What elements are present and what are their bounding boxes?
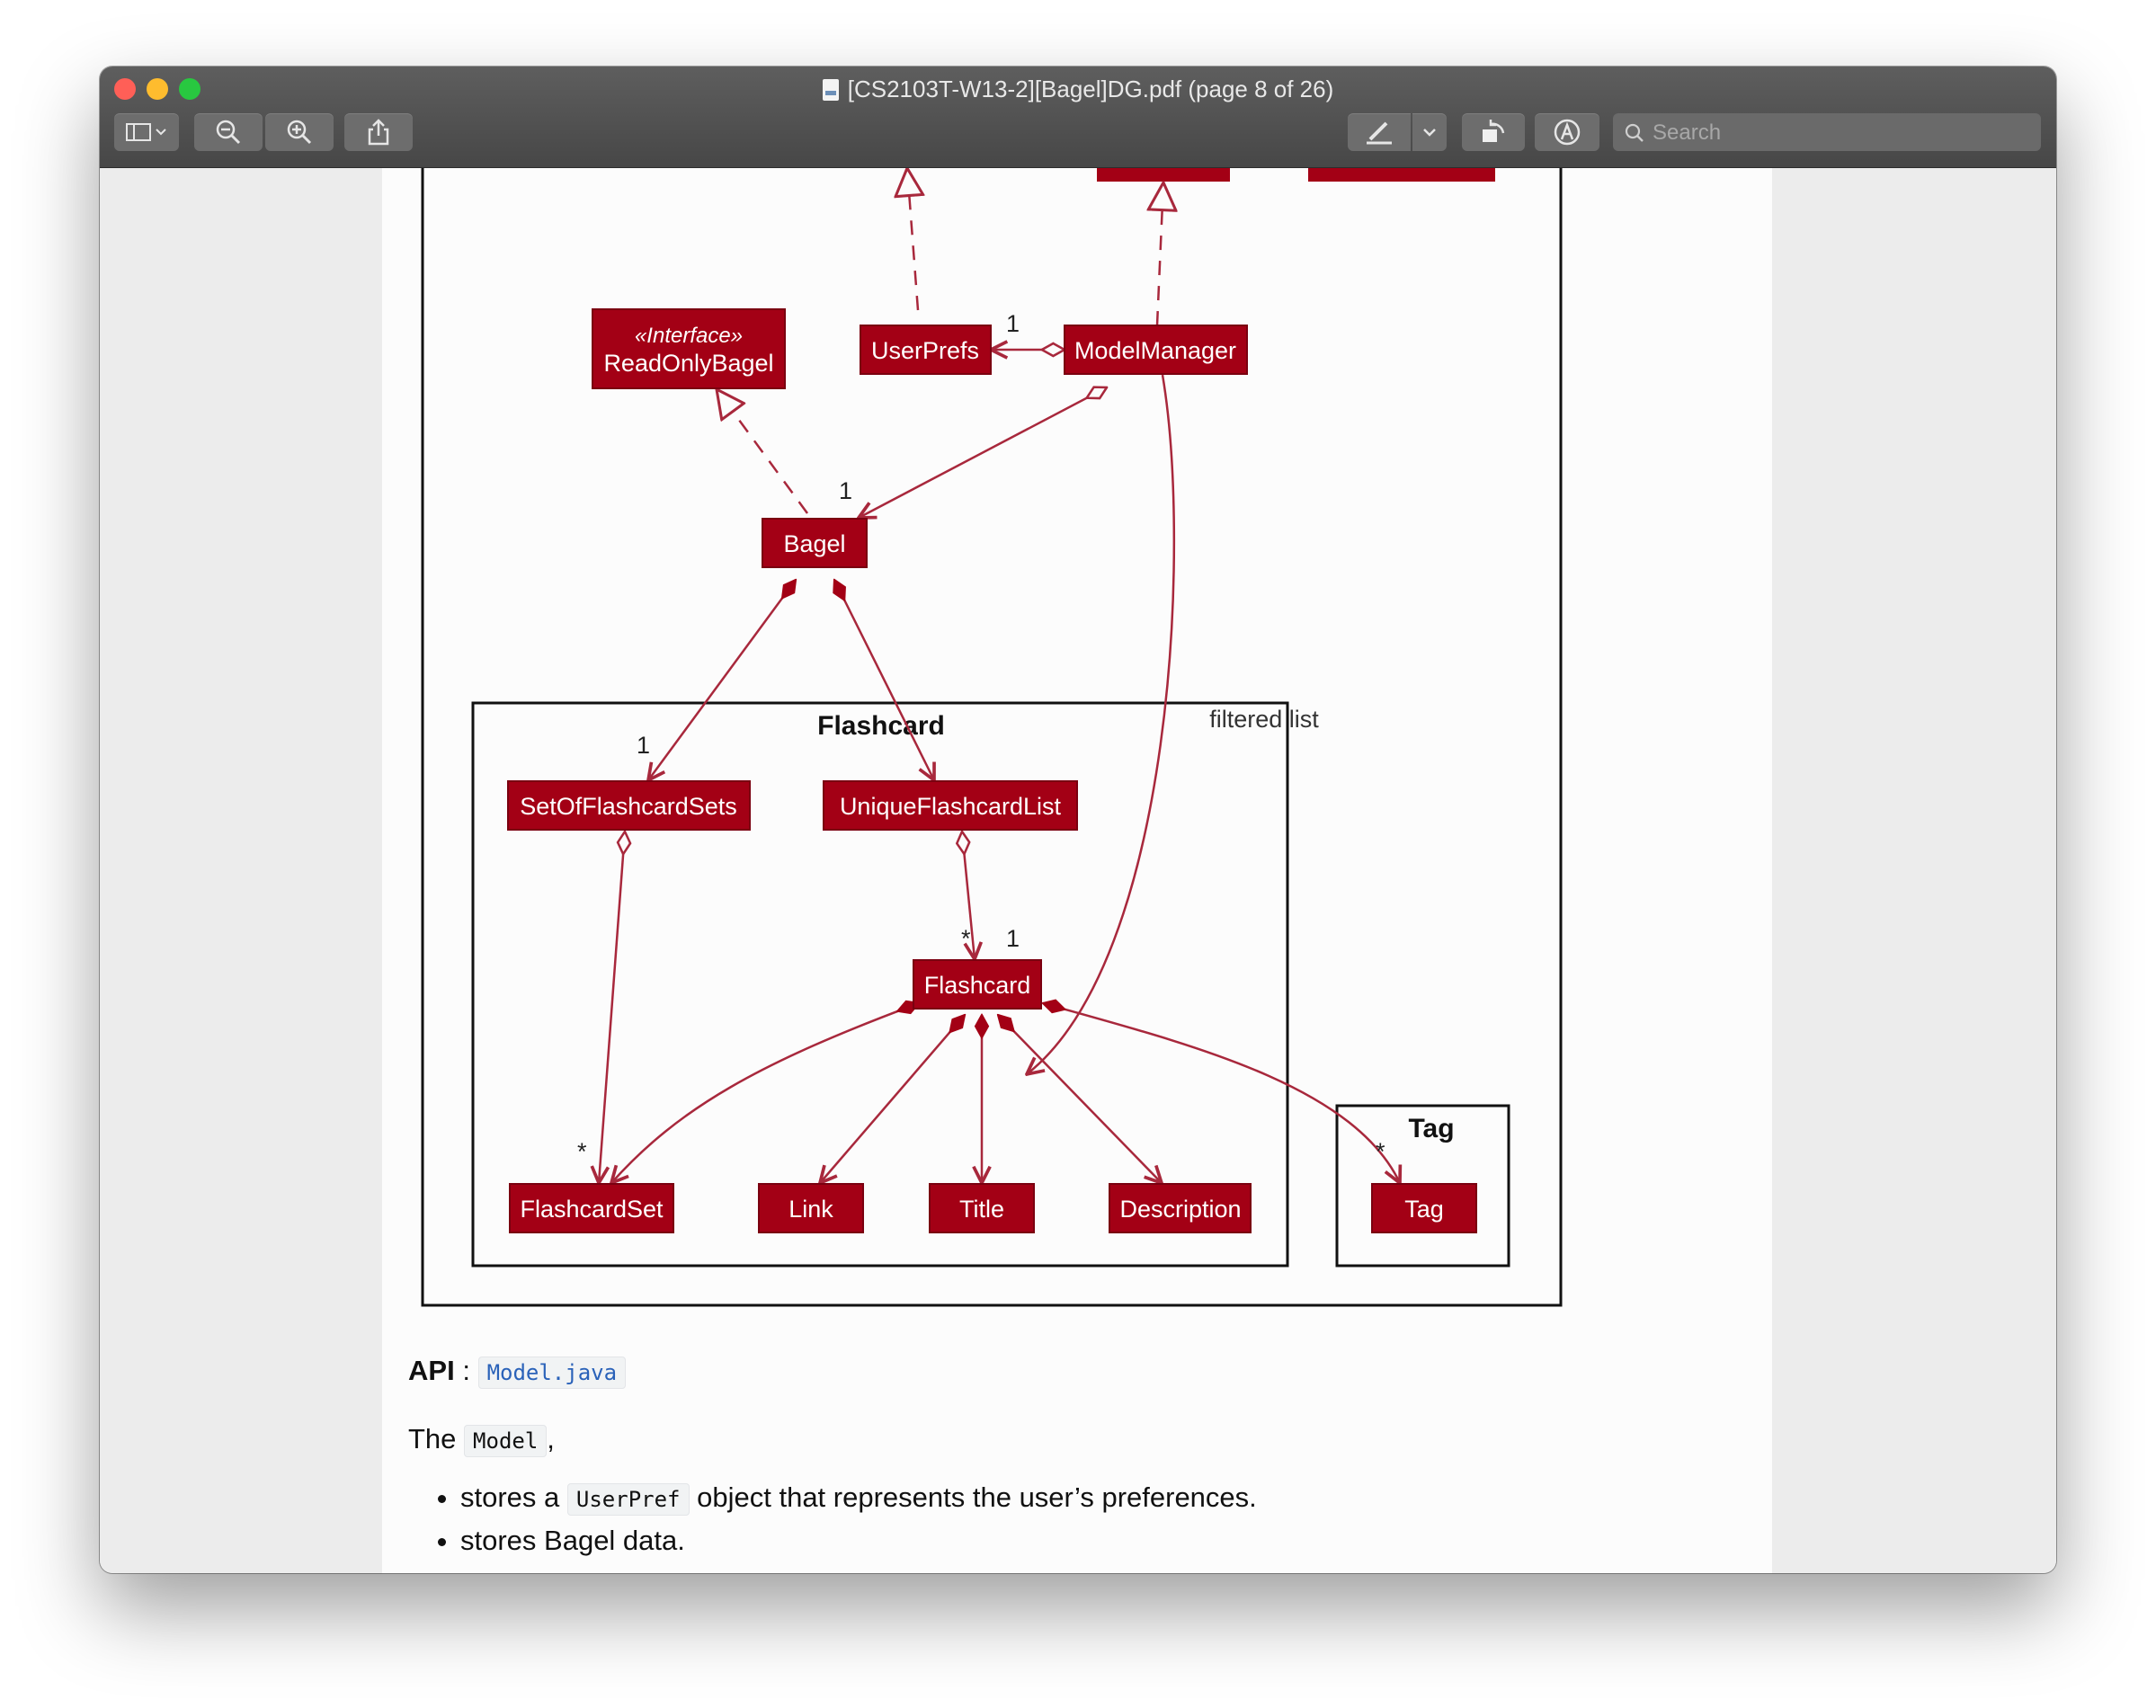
class-name: FlashcardSet xyxy=(520,1196,664,1223)
list-item: stores a UserPref object that represents… xyxy=(460,1481,1719,1516)
model-intro-line: The Model, xyxy=(408,1423,555,1457)
class-name: Title xyxy=(959,1196,1004,1223)
class-name: Flashcard xyxy=(924,972,1031,999)
model-intro-suffix: , xyxy=(547,1423,555,1454)
preview-window: [CS2103T-W13-2][Bagel]DG.pdf (page 8 of … xyxy=(100,67,2056,1573)
cropped-class-box xyxy=(1308,168,1495,182)
class-readonlybagel: «Interface» ReadOnlyBagel xyxy=(592,308,786,389)
bagel-setofsets-composition xyxy=(648,580,796,780)
window-title-area: [CS2103T-W13-2][Bagel]DG.pdf (page 8 of … xyxy=(100,74,2056,104)
class-uniqueflashcardlist: UniqueFlashcardList xyxy=(823,780,1078,831)
multiplicity-label: * xyxy=(961,925,971,952)
multiplicity-label: * xyxy=(1376,1138,1385,1165)
class-bagel: Bagel xyxy=(762,518,868,568)
class-flashcard: Flashcard xyxy=(913,959,1042,1010)
class-name: Link xyxy=(788,1196,833,1223)
list-item: stores Bagel data. xyxy=(460,1526,1719,1556)
bullet-text: object that represents the user’s prefer… xyxy=(697,1481,1257,1513)
cropped-class-box xyxy=(1097,168,1230,182)
flashcard-package-label: Flashcard xyxy=(817,711,945,741)
model-intro-prefix: The xyxy=(408,1423,457,1454)
flashcard-tag-composition xyxy=(1043,1003,1400,1183)
multiplicity-label: 1 xyxy=(839,477,852,504)
multiplicity-label: 1 xyxy=(637,732,650,759)
zoom-in-icon xyxy=(287,120,312,145)
markup-circle-icon xyxy=(1554,119,1581,146)
sidebar-icon xyxy=(126,123,166,141)
multiplicity-label: * xyxy=(577,1138,587,1165)
search-field[interactable] xyxy=(1613,113,2041,151)
model-code: Model xyxy=(464,1425,548,1457)
class-setofflashcardsets: SetOfFlashcardSets xyxy=(507,780,751,831)
setofsets-flashcardset-aggregation xyxy=(599,832,625,1183)
annotate-button[interactable] xyxy=(1535,113,1599,151)
share-button[interactable] xyxy=(344,113,413,151)
class-name: ReadOnlyBagel xyxy=(603,350,773,377)
api-separator: : xyxy=(462,1355,470,1386)
model-java-link[interactable]: Model.java xyxy=(477,1357,627,1389)
class-name: UserPrefs xyxy=(871,337,979,364)
markup-dropdown-button[interactable] xyxy=(1412,113,1447,151)
class-name: UniqueFlashcardList xyxy=(840,793,1062,820)
rotate-button[interactable] xyxy=(1462,113,1525,151)
class-name: ModelManager xyxy=(1074,337,1236,364)
pdf-document-icon xyxy=(822,79,839,101)
bullet-text: stores a xyxy=(460,1481,560,1513)
multiplicity-label: 1 xyxy=(1006,310,1020,337)
class-title: Title xyxy=(929,1183,1035,1233)
pen-icon xyxy=(1367,121,1392,145)
model-responsibilities-list: stores a UserPref object that represents… xyxy=(408,1482,1719,1567)
class-name: Tag xyxy=(1404,1196,1444,1223)
api-label: API xyxy=(408,1355,455,1386)
markup-highlight-button[interactable] xyxy=(1348,113,1411,151)
flashcard-link-composition xyxy=(820,1015,965,1183)
bagel-uniquelist-composition xyxy=(834,580,934,780)
class-name: Bagel xyxy=(783,530,845,557)
api-line: API : Model.java xyxy=(408,1355,627,1389)
interface-stereotype: «Interface» xyxy=(635,324,743,348)
filtered-list-association xyxy=(1027,374,1176,1074)
bullet-text: stores Bagel data. xyxy=(460,1525,685,1556)
class-link: Link xyxy=(758,1183,864,1233)
class-name: Description xyxy=(1119,1196,1241,1223)
pdf-page: Flashcard Tag «Interface» ReadOnlyBagel … xyxy=(382,168,1772,1573)
sidebar-toggle-button[interactable] xyxy=(114,113,179,151)
share-icon xyxy=(368,119,389,146)
flashcard-description-composition xyxy=(998,1015,1162,1183)
class-tag: Tag xyxy=(1371,1183,1477,1233)
zoom-in-button[interactable] xyxy=(265,113,334,151)
class-flashcardset: FlashcardSet xyxy=(509,1183,674,1233)
window-title: [CS2103T-W13-2][Bagel]DG.pdf (page 8 of … xyxy=(847,76,1334,102)
zoom-out-icon xyxy=(216,120,241,145)
filtered-list-label: filtered list xyxy=(1209,706,1319,733)
search-input[interactable] xyxy=(1651,117,2032,149)
modelmanager-bagel-association xyxy=(859,387,1107,518)
multiplicity-label: 1 xyxy=(1006,925,1020,952)
flashcard-flashcardset-composition xyxy=(611,1003,919,1183)
class-description: Description xyxy=(1109,1183,1252,1233)
modelmanager-realization-arrow xyxy=(1157,182,1163,326)
model-class-diagram: Flashcard Tag «Interface» ReadOnlyBagel … xyxy=(421,168,1563,1307)
class-modelmanager: ModelManager xyxy=(1064,325,1248,375)
document-area: Flashcard Tag «Interface» ReadOnlyBagel … xyxy=(100,168,2056,1573)
class-userprefs: UserPrefs xyxy=(860,325,992,375)
userprefs-realization-arrow xyxy=(907,168,918,311)
bagel-realization-arrow xyxy=(717,389,809,514)
search-icon xyxy=(1625,123,1644,142)
tag-package-label: Tag xyxy=(1408,1114,1454,1143)
title-bar: [CS2103T-W13-2][Bagel]DG.pdf (page 8 of … xyxy=(100,67,2056,168)
userpref-code: UserPref xyxy=(566,1483,690,1516)
chevron-down-icon xyxy=(1423,129,1436,137)
rotate-icon xyxy=(1483,120,1505,142)
class-name: SetOfFlashcardSets xyxy=(520,793,737,820)
zoom-out-button[interactable] xyxy=(194,113,263,151)
